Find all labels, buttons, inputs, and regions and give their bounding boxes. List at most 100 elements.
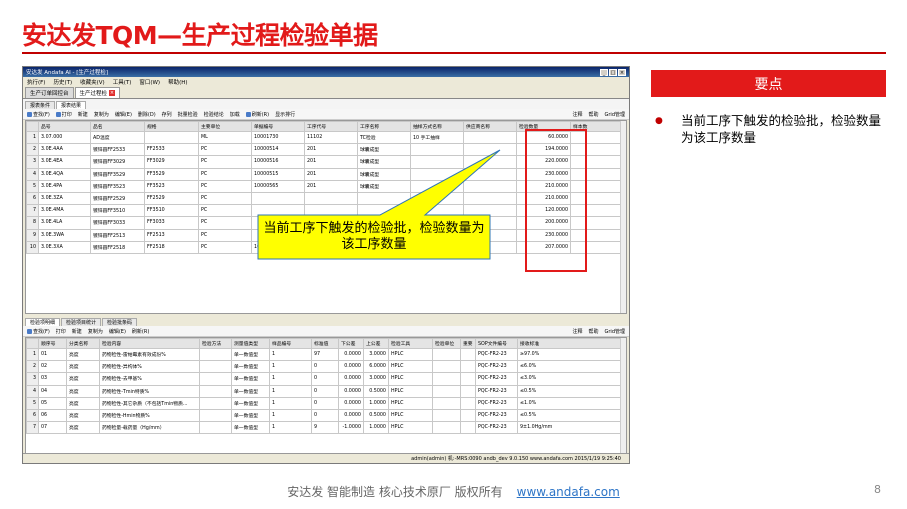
column-header[interactable]: 主要单位 bbox=[198, 121, 252, 132]
column-header[interactable]: 规格 bbox=[144, 121, 199, 132]
table-row[interactable]: 6 06 亮度 药物检性-Hmin物质% 单一数值型 1 0 0.0000 0.5000 HPLC… bbox=[26, 408, 626, 423]
edit-button[interactable]: 编辑(E) bbox=[115, 111, 132, 118]
delete-button[interactable]: 删除(D) bbox=[138, 111, 156, 118]
column-header[interactable]: SOP文件编号 bbox=[475, 338, 518, 349]
help-button[interactable]: 帮助 bbox=[588, 111, 598, 118]
btn-label: 查找(F) bbox=[33, 111, 50, 118]
table-cell: 0.0000 bbox=[338, 384, 364, 398]
column-header[interactable]: 检验工具 bbox=[388, 338, 433, 349]
menu-help[interactable]: 帮助(H) bbox=[168, 78, 187, 86]
table-cell: HPLC bbox=[388, 384, 433, 398]
save-columns-button[interactable]: 存列 bbox=[162, 111, 172, 118]
grid1-scrollbar[interactable] bbox=[620, 121, 626, 313]
column-header[interactable]: 检验方法 bbox=[199, 338, 232, 349]
column-header[interactable] bbox=[26, 121, 39, 132]
menu-history[interactable]: 历史(T) bbox=[53, 78, 72, 86]
minimize-button[interactable]: _ bbox=[600, 68, 608, 76]
refresh-button[interactable]: 刷新(R) bbox=[132, 328, 149, 335]
notes-button[interactable]: 注释 bbox=[572, 111, 582, 118]
tab-report-conditions[interactable]: 报表条件 bbox=[25, 101, 56, 109]
table-cell: 球囊成型 bbox=[357, 143, 411, 157]
key-point-text: 当前工序下触发的检验批，检验数量为该工序数量 bbox=[681, 113, 882, 145]
table-cell: 10001730 bbox=[251, 130, 305, 145]
column-header[interactable]: 检验单位 bbox=[432, 338, 461, 349]
menu-window[interactable]: 窗口(W) bbox=[139, 78, 160, 86]
new-button[interactable]: 新建 bbox=[72, 328, 82, 335]
table-row[interactable]: 2 02 亮度 药物检性-异构体% 单一数值型 1 0 0.0000 6.0000 HPLC PQC… bbox=[26, 360, 626, 374]
edit-button[interactable]: 编辑(E) bbox=[109, 328, 126, 335]
copy-as-button[interactable]: 复制为 bbox=[88, 328, 103, 335]
find-button[interactable]: 查找(F) bbox=[27, 328, 50, 335]
tab-order-console[interactable]: 生产订单回控台 bbox=[25, 87, 74, 98]
print-button[interactable]: 打印 bbox=[56, 328, 66, 335]
column-header[interactable]: 标准值 bbox=[311, 338, 339, 349]
tab-process-inspection[interactable]: 生产过程检 × bbox=[74, 87, 121, 98]
find-button[interactable]: 查找(F) bbox=[27, 111, 50, 118]
grid-manage-button[interactable]: Grid管理 bbox=[605, 328, 626, 335]
tab-batch-barcode[interactable]: 检验批条码 bbox=[102, 318, 138, 326]
table-cell: 3.07.000 bbox=[38, 130, 91, 145]
column-header[interactable]: 工序名称 bbox=[357, 121, 411, 132]
help-button[interactable]: 帮助 bbox=[588, 328, 598, 335]
column-header[interactable] bbox=[26, 338, 39, 349]
page-number: 8 bbox=[874, 483, 881, 496]
table-cell: 6 bbox=[26, 408, 39, 423]
grid2-scrollbar[interactable] bbox=[620, 338, 626, 463]
table-row[interactable]: 5 05 亮度 药物检性-其它杂质（不包括Tmin物质... 单一数值型 1 0 0.0000… bbox=[26, 396, 626, 410]
column-header[interactable]: 品名 bbox=[90, 121, 145, 132]
column-header[interactable]: 工序代号 bbox=[304, 121, 358, 132]
menu-favorites[interactable]: 收藏夹(V) bbox=[80, 78, 105, 86]
column-header[interactable]: 检验内容 bbox=[99, 338, 200, 349]
table-row[interactable]: 7 07 亮度 药物检量-载药量（Hg/mm） 单一数值型 1 9 -1.0000 1.0000… bbox=[26, 421, 626, 435]
footer-link[interactable]: www.andafa.com bbox=[517, 485, 620, 499]
column-header[interactable]: 上公差 bbox=[363, 338, 389, 349]
show-ranking-button[interactable]: 显示排行 bbox=[275, 111, 295, 118]
load-button[interactable]: 加载 bbox=[230, 111, 240, 118]
column-header[interactable]: 接收标准 bbox=[517, 338, 626, 349]
column-header[interactable]: 测量值类型 bbox=[231, 338, 270, 349]
table-row[interactable]: 1 01 亮度 药物检性-雷帕霉素有效成份% 单一数值型 1 97 0.0000 3.0000 H… bbox=[26, 347, 626, 362]
refresh-button[interactable]: 刷新(R) bbox=[245, 111, 269, 118]
table-cell: 0 bbox=[311, 372, 339, 386]
tab-report-results[interactable]: 报表结果 bbox=[56, 101, 87, 109]
column-header[interactable]: 抽样方式名称 bbox=[410, 121, 464, 132]
column-header[interactable]: 品号 bbox=[38, 121, 91, 132]
new-button[interactable]: 新建 bbox=[78, 111, 88, 118]
column-header[interactable]: 重要 bbox=[460, 338, 476, 349]
close-tab-icon[interactable]: × bbox=[109, 90, 116, 96]
menu-tools[interactable]: 工具(T) bbox=[113, 78, 132, 86]
maximize-button[interactable]: □ bbox=[609, 68, 617, 76]
batch-inspect-button[interactable]: 批量检验 bbox=[178, 111, 198, 118]
copy-as-button[interactable]: 复制为 bbox=[94, 111, 109, 118]
slide-title: 安达发TQM—生产过程检验单据 bbox=[22, 21, 378, 50]
table-cell: 药物检性-异构体% bbox=[99, 360, 200, 374]
column-header[interactable]: 单据编号 bbox=[251, 121, 305, 132]
table-cell: 10000516 bbox=[251, 155, 305, 169]
btn-label: 批量检验 bbox=[177, 111, 198, 118]
print-button[interactable]: 打印 bbox=[55, 111, 72, 118]
table-cell: 01 bbox=[38, 347, 67, 362]
btn-label: 编辑(E) bbox=[108, 328, 126, 335]
column-header[interactable]: 分类名称 bbox=[66, 338, 100, 349]
tab-inspection-items[interactable]: 检验项明细 bbox=[25, 318, 61, 326]
table-cell: 10000515 bbox=[251, 167, 305, 181]
table-row[interactable]: 3 03 亮度 药物检性-去甲基% 单一数值型 1 0 0.0000 3.0000 HPLC PQC… bbox=[26, 372, 626, 386]
menu-execute[interactable]: 执行(F) bbox=[27, 78, 45, 86]
grid-manage-button[interactable]: Grid管理 bbox=[605, 111, 626, 118]
column-header[interactable]: 下公差 bbox=[338, 338, 364, 349]
table-cell: HPLC bbox=[388, 360, 433, 374]
table-cell: 10000565 bbox=[251, 179, 305, 193]
table-cell: HPLC bbox=[388, 347, 433, 362]
table-row[interactable]: 4 04 亮度 药物检性-Tmin特质% 单一数值型 1 0 0.0000 0.5000 HPLC… bbox=[26, 384, 626, 398]
table-cell: ML bbox=[198, 130, 252, 145]
close-button[interactable]: × bbox=[618, 68, 626, 76]
window-titlebar[interactable]: 安达发 Andafa AI - [生产过程检] _ □ × bbox=[23, 67, 629, 77]
column-header[interactable]: 供应商名称 bbox=[463, 121, 517, 132]
table-cell bbox=[357, 191, 411, 206]
notes-button[interactable]: 注释 bbox=[572, 328, 582, 335]
tab-item-statistics[interactable]: 检验项目统计 bbox=[61, 318, 102, 326]
inspection-result-button[interactable]: 检验结论 bbox=[204, 111, 224, 118]
column-header[interactable]: 样品编号 bbox=[269, 338, 312, 349]
column-header[interactable]: 顺序号 bbox=[38, 338, 67, 349]
window-title: 安达发 Andafa AI - [生产过程检] bbox=[26, 70, 109, 76]
